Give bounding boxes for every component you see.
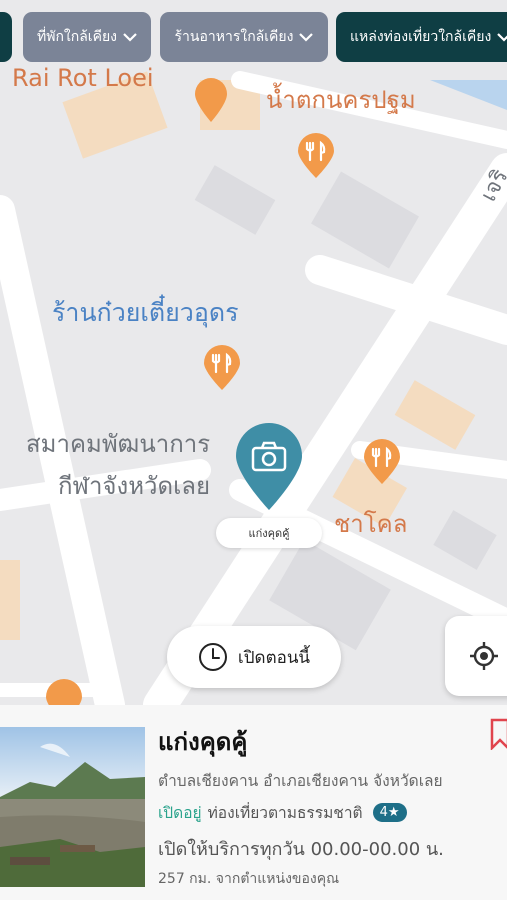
filter-chip-label: ที่พักใกล้เคียง	[36, 29, 117, 45]
filter-chip-label: แหล่งท่องเที่ยวใกล้เคียง	[350, 29, 492, 45]
chevron-down-icon	[299, 33, 314, 42]
filter-chip-nearby-attractions[interactable]: แหล่งท่องเที่ยวใกล้เคียง	[336, 12, 507, 62]
place-category: ท่องเที่ยวตามธรรมชาติ	[207, 804, 363, 822]
rating-badge: 4★	[372, 803, 407, 822]
place-photo[interactable]	[0, 727, 145, 887]
open-now-label: เปิดตอนนี้	[237, 647, 311, 668]
filter-chip-label: ร้านอาหารใกล้เคียง	[174, 29, 294, 45]
filter-chip-nearby-lodging[interactable]: ที่พักใกล้เคียง	[23, 12, 151, 62]
map-view[interactable]: Rai Rot Loei น้ำตกนครปฐม ร้านก๋วยเตี๋ยวอ…	[0, 0, 507, 705]
place-meta-row: เปิดอยู่ ท่องเที่ยวตามธรรมชาติ 4★	[158, 800, 407, 825]
chevron-down-icon	[497, 33, 507, 42]
place-title: แก่งคุดคู้	[158, 728, 248, 756]
bookmark-icon[interactable]	[490, 718, 507, 750]
crosshair-location-icon	[470, 642, 498, 670]
restaurant-pin-icon[interactable]	[44, 678, 84, 705]
open-status-badge: เปิดอยู่	[158, 804, 202, 822]
map-roads	[0, 71, 507, 705]
restaurant-pin-icon[interactable]	[202, 344, 242, 392]
filter-chip-bar: ที่พักใกล้เคียง ร้านอาหารใกล้เคียง แหล่ง…	[0, 12, 507, 62]
open-now-button[interactable]: เปิดตอนนี้	[167, 626, 341, 688]
clock-icon	[198, 643, 227, 671]
restaurant-pin-icon[interactable]	[362, 438, 402, 486]
map-label-sports-assoc-line1: สมาคมพัฒนาการ	[26, 430, 211, 458]
map-label-cha-khon: ชาโคล	[334, 510, 408, 538]
distance-text: 257 กม. จากตำแหน่งของคุณ	[158, 871, 340, 887]
map-label-waterfall: น้ำตกนครปฐม	[266, 86, 416, 114]
my-location-button[interactable]	[445, 616, 507, 696]
place-address: ตำบลเชียงคาน อำเภอเชียงคาน จังหวัดเลย	[158, 772, 443, 790]
selected-place-tag[interactable]: แก่งคุดคู้	[216, 518, 322, 548]
map-label-rai-rot-loei: Rai Rot Loei	[12, 64, 154, 92]
filter-chip-partial[interactable]	[0, 12, 12, 62]
attraction-camera-pin-icon[interactable]	[234, 420, 304, 510]
filter-chip-nearby-restaurants[interactable]: ร้านอาหารใกล้เคียง	[160, 12, 328, 62]
map-label-sports-assoc-line2: กีฬาจังหวัดเลย	[58, 472, 211, 500]
chevron-down-icon	[123, 33, 137, 42]
restaurant-pin-icon[interactable]	[191, 76, 231, 124]
map-label-noodle-shop[interactable]: ร้านก๋วยเตี๋ยวอุดร	[52, 300, 239, 325]
opening-hours: เปิดให้บริการทุกวัน 00.00-00.00 น.	[158, 839, 444, 860]
restaurant-pin-icon[interactable]	[296, 132, 336, 180]
